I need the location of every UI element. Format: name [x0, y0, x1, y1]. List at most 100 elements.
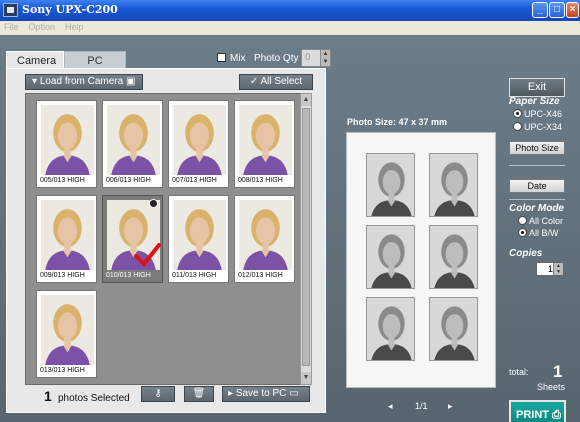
load-from-camera-button[interactable]: ▾ Load from Camera ▣: [25, 74, 143, 90]
paper-size-label: Paper Size: [509, 96, 560, 107]
spin-down-icon[interactable]: ▼: [320, 58, 330, 66]
mix-label: Mix: [230, 53, 246, 64]
photo-caption: 005/013 HIGH: [40, 177, 85, 184]
scroll-up-icon[interactable]: ▲: [301, 94, 311, 106]
photo-thumbnail[interactable]: 006/013 HIGH: [102, 100, 163, 188]
close-button[interactable]: ×: [566, 2, 579, 18]
print-label: PRINT: [516, 409, 549, 421]
divider: [509, 199, 565, 200]
thumbnail-scrollbar[interactable]: ▲ ▼: [300, 93, 312, 385]
print-preview-sheet: [346, 132, 496, 388]
app-body: Camera PC Mix Photo Qty 0 ▲ ▼ ▾ Load fro…: [0, 35, 580, 422]
preview-print: [429, 153, 478, 217]
radio-icon[interactable]: [518, 216, 527, 225]
dropdown-triangle-icon: ▾: [32, 76, 38, 87]
delete-button[interactable]: 🗑: [184, 386, 214, 402]
save-to-pc-button[interactable]: ▸ Save to PC ▭: [222, 386, 310, 402]
total-value: 1: [553, 362, 563, 381]
copies-stepper[interactable]: 1 ▲ ▼: [536, 262, 564, 276]
photo-thumbnail[interactable]: 013/013 HIGH: [36, 290, 97, 378]
selected-count: 1: [44, 388, 52, 404]
photo-size-text: Photo Size: 47 x 37 mm: [347, 117, 448, 127]
photo-qty-label: Photo Qty: [254, 53, 299, 64]
menu-file[interactable]: File: [4, 21, 19, 34]
prev-page-icon[interactable]: ◂: [388, 401, 393, 412]
exit-button[interactable]: Exit: [509, 78, 565, 97]
radio-selected-icon[interactable]: [513, 109, 522, 118]
photo-thumbnail[interactable]: 007/013 HIGH: [168, 100, 229, 188]
protect-button[interactable]: ⚷: [141, 386, 175, 402]
key-icon: ⚷: [154, 388, 162, 399]
photo-thumbnail[interactable]: 012/013 HIGH: [234, 195, 295, 283]
menu-option[interactable]: Option: [29, 21, 56, 34]
pc-icon: ▭: [289, 388, 299, 399]
preview-print: [366, 297, 415, 361]
page-indicator: 1/1: [415, 401, 428, 411]
load-label: Load from Camera: [39, 76, 124, 87]
total-label: total:: [509, 367, 529, 377]
photo-thumbnail[interactable]: 005/013 HIGH: [36, 100, 97, 188]
divider: [509, 165, 565, 166]
scroll-down-icon[interactable]: ▼: [301, 372, 311, 384]
photo-caption: 009/013 HIGH: [40, 272, 85, 279]
photo-qty-value: 0: [305, 52, 311, 63]
preview-print: [429, 225, 478, 289]
photo-image: [41, 295, 94, 365]
red-checkmark-icon: [133, 242, 161, 268]
menu-bar: File Option Help: [0, 21, 580, 35]
photo-image: [41, 105, 94, 175]
checkmark-icon: ✓: [249, 76, 259, 87]
camera-icon: ▣: [125, 76, 136, 87]
photo-image: [239, 200, 292, 270]
photo-size-button[interactable]: Photo Size: [509, 141, 565, 155]
photo-caption: 006/013 HIGH: [106, 177, 151, 184]
color-option-all-color[interactable]: All Color: [518, 216, 563, 226]
next-page-icon[interactable]: ▸: [448, 401, 453, 412]
maximize-button[interactable]: □: [549, 2, 565, 18]
photo-caption: 013/013 HIGH: [40, 367, 85, 374]
camera-panel: ▾ Load from Camera ▣ ✓ All Select 005/01…: [6, 68, 326, 413]
print-button[interactable]: PRINT ⎙: [509, 400, 566, 422]
spin-down-icon[interactable]: ▼: [553, 269, 563, 275]
all-select-button[interactable]: ✓ All Select: [239, 74, 313, 90]
save-label: Save to PC: [235, 388, 287, 399]
photo-caption: 008/013 HIGH: [238, 177, 283, 184]
photo-thumbnail[interactable]: 010/013 HIGH: [102, 195, 163, 283]
photo-image: [41, 200, 94, 270]
mix-option[interactable]: Mix: [217, 53, 246, 64]
app-icon: [3, 3, 18, 17]
radio-icon[interactable]: [513, 122, 522, 131]
photo-caption: 010/013 HIGH: [106, 272, 151, 279]
photo-qty-stepper[interactable]: 0 ▲ ▼: [301, 49, 331, 67]
photo-thumbnail[interactable]: 009/013 HIGH: [36, 195, 97, 283]
title-bar: Sony UPX-C200 _ □ ×: [0, 0, 580, 21]
photo-image: [173, 105, 226, 175]
printer-icon: ⎙: [552, 409, 561, 421]
selected-label: photos Selected: [58, 393, 130, 404]
paper-option-x34[interactable]: UPC-X34: [513, 122, 562, 132]
photo-image: [107, 105, 160, 175]
thumbnail-grid: 005/013 HIGH 006/013 HIGH 007/013 HIGH 0…: [25, 93, 310, 385]
scroll-thumb[interactable]: [302, 108, 310, 366]
trash-icon: 🗑: [192, 388, 206, 399]
copies-label: Copies: [509, 248, 543, 259]
minimize-button[interactable]: _: [532, 2, 548, 18]
selected-marker-icon: [149, 199, 158, 208]
tab-pc[interactable]: PC: [64, 51, 126, 69]
radio-selected-icon[interactable]: [518, 228, 527, 237]
date-button[interactable]: Date: [509, 179, 565, 193]
tab-camera[interactable]: Camera: [6, 51, 64, 69]
mix-checkbox[interactable]: [217, 53, 226, 62]
all-select-label: All Select: [260, 76, 303, 87]
photo-thumbnail[interactable]: 011/013 HIGH: [168, 195, 229, 283]
preview-print: [366, 153, 415, 217]
spin-up-icon[interactable]: ▲: [320, 50, 330, 58]
paper-option-x46[interactable]: UPC-X46: [513, 109, 562, 119]
menu-help[interactable]: Help: [65, 21, 84, 34]
photo-thumbnail[interactable]: 008/013 HIGH: [234, 100, 295, 188]
paper-option-label: UPC-X34: [524, 122, 563, 132]
color-option-all-bw[interactable]: All B/W: [518, 228, 559, 238]
color-option-label: All B/W: [529, 228, 559, 238]
play-triangle-icon: ▸: [228, 388, 234, 399]
photo-caption: 012/013 HIGH: [238, 272, 283, 279]
